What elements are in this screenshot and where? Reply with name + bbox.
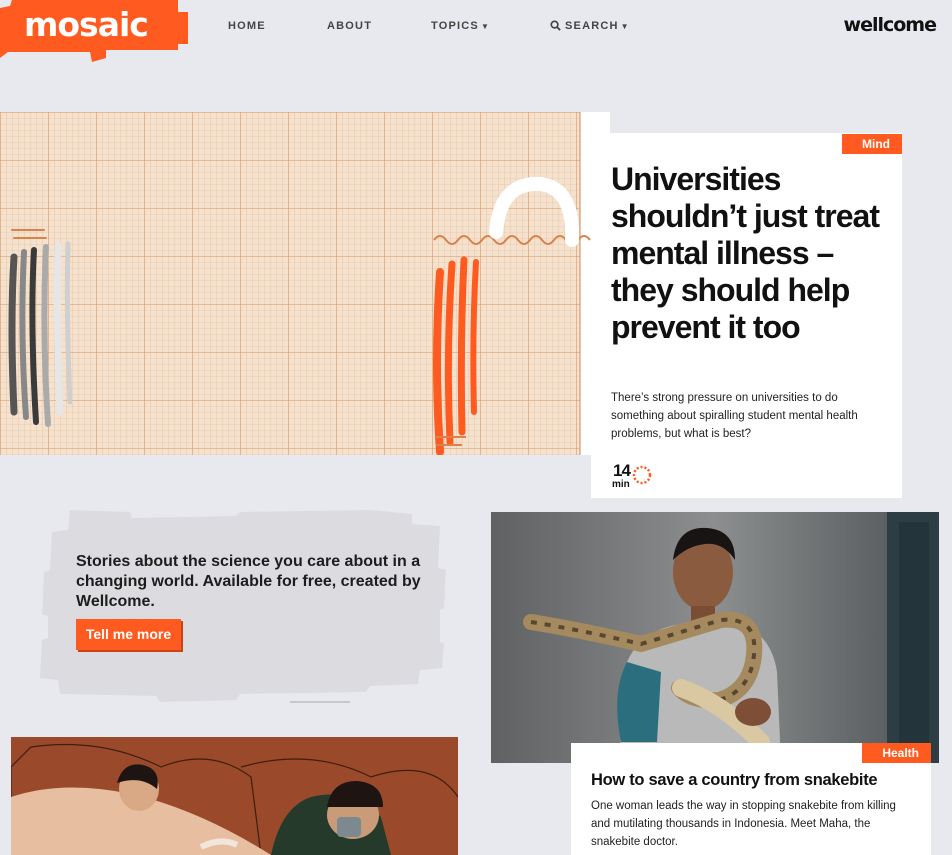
- read-time-ring-icon: [632, 465, 652, 485]
- nav-search[interactable]: SEARCH ▼: [550, 20, 630, 32]
- snakebite-story-card[interactable]: Health How to save a country from snakeb…: [571, 743, 931, 855]
- snakebite-title[interactable]: How to save a country from snakebite: [591, 771, 878, 790]
- hero-description: There’s strong pressure on universities …: [611, 392, 858, 440]
- chevron-down-icon: ▼: [620, 22, 630, 31]
- nav-topics[interactable]: TOPICS ▼: [431, 20, 490, 32]
- hero-title[interactable]: Universities shouldn’t just treat mental…: [611, 161, 881, 346]
- read-time: 14 min: [611, 461, 661, 491]
- topic-tag-health[interactable]: Health: [862, 743, 931, 763]
- promo-panel: Stories about the science you care about…: [40, 510, 450, 710]
- read-time-unit: min: [612, 479, 630, 490]
- nav-about[interactable]: ABOUT: [327, 20, 372, 32]
- mosaic-logo[interactable]: mosaic: [0, 0, 188, 62]
- nav-home[interactable]: HOME: [228, 20, 266, 32]
- search-icon: [550, 20, 561, 31]
- logo-text: mosaic: [24, 5, 149, 44]
- read-time-value: 14: [613, 461, 631, 480]
- promo-text: Stories about the science you care about…: [76, 553, 421, 610]
- hero-story-card[interactable]: Mind Universities shouldn’t just treat m…: [591, 133, 902, 498]
- snakebite-photo[interactable]: [491, 512, 939, 763]
- wellcome-logo[interactable]: wellcome: [844, 14, 937, 36]
- grid-paper-artwork: [0, 112, 610, 455]
- nav-topics-label: TOPICS: [431, 20, 479, 32]
- snakebite-description: One woman leads the way in stopping snak…: [591, 800, 896, 848]
- hero-illustration[interactable]: [0, 112, 610, 455]
- tell-me-more-button[interactable]: Tell me more: [76, 619, 181, 650]
- nav-search-label: SEARCH: [565, 20, 619, 32]
- sleep-story-illustration[interactable]: [11, 737, 458, 855]
- sleeping-people-artwork: [11, 737, 458, 855]
- topic-tag-mind[interactable]: Mind: [842, 134, 902, 154]
- chevron-down-icon: ▼: [480, 22, 491, 31]
- man-with-python-image: [491, 512, 939, 763]
